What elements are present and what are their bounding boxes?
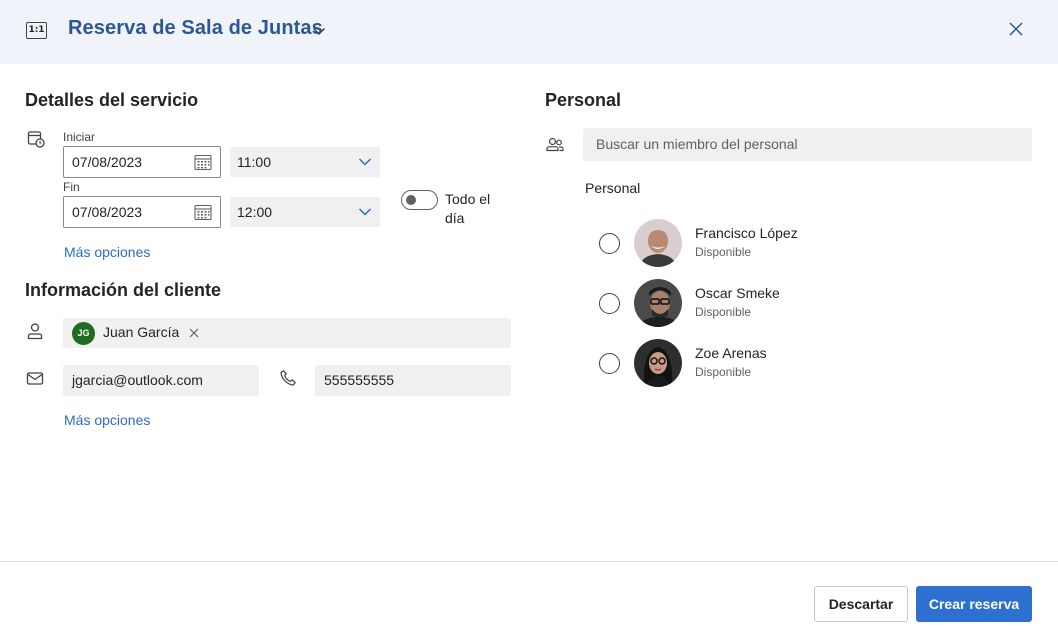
staff-status: Disponible xyxy=(695,305,752,319)
chevron-down-icon xyxy=(358,208,372,216)
create-booking-button[interactable]: Crear reserva xyxy=(916,586,1032,622)
dialog-title[interactable]: Reserva de Sala de Juntas xyxy=(68,17,323,40)
start-label: Iniciar xyxy=(63,130,96,144)
start-time-select[interactable]: 11:00 xyxy=(230,147,380,177)
end-time-value: 12:00 xyxy=(237,204,273,220)
start-time-value: 11:00 xyxy=(237,154,271,170)
dialog-header: 1:1 Reserva de Sala de Juntas xyxy=(0,0,1058,64)
staff-name: Zoe Arenas xyxy=(695,345,767,361)
mail-icon xyxy=(26,372,44,385)
people-icon xyxy=(546,137,564,152)
all-day-label: Todo el día xyxy=(445,191,491,226)
avatar xyxy=(634,339,682,387)
service-details-heading: Detalles del servicio xyxy=(25,90,199,110)
staff-radio[interactable] xyxy=(599,353,620,374)
all-day-toggle[interactable] xyxy=(401,190,438,210)
end-label: Fin xyxy=(63,180,80,194)
customer-info-heading: Información del cliente xyxy=(25,280,222,300)
staff-status: Disponible xyxy=(695,245,752,259)
end-time-select[interactable]: 12:00 xyxy=(230,197,380,227)
avatar xyxy=(634,219,682,267)
start-date-input[interactable]: 07/08/2023 xyxy=(63,146,221,178)
footer-divider xyxy=(0,561,1058,562)
customer-field[interactable]: JG Juan García xyxy=(63,318,511,348)
calendar-icon[interactable] xyxy=(194,154,212,171)
staff-status: Disponible xyxy=(695,365,752,379)
phone-field[interactable]: 555555555 xyxy=(315,365,511,396)
end-date-input[interactable]: 07/08/2023 xyxy=(63,196,221,228)
service-type-icon: 1:1 xyxy=(26,22,47,39)
discard-button[interactable]: Descartar xyxy=(814,586,908,622)
staff-row[interactable]: Francisco López Disponible xyxy=(599,219,1019,269)
staff-radio[interactable] xyxy=(599,293,620,314)
avatar xyxy=(634,279,682,327)
chevron-down-icon[interactable] xyxy=(311,23,327,39)
calendar-icon[interactable] xyxy=(194,204,212,221)
staff-search-input[interactable]: Buscar un miembro del personal xyxy=(583,128,1032,161)
service-more-options-link[interactable]: Más opciones xyxy=(64,244,150,260)
customer-more-options-link[interactable]: Más opciones xyxy=(64,412,150,428)
close-icon[interactable] xyxy=(1006,19,1026,39)
phone-icon xyxy=(280,370,296,386)
end-date-value: 07/08/2023 xyxy=(72,204,143,220)
email-field[interactable]: jgarcia@outlook.com xyxy=(63,365,259,396)
staff-name: Francisco López xyxy=(695,225,798,241)
customer-avatar: JG xyxy=(72,322,95,345)
staff-row[interactable]: Zoe Arenas Disponible xyxy=(599,339,1019,389)
staff-row[interactable]: Oscar Smeke Disponible xyxy=(599,279,1019,329)
staff-heading: Personal xyxy=(545,90,622,110)
person-icon xyxy=(27,323,43,340)
customer-name: Juan García xyxy=(103,324,180,340)
staff-list-label: Personal xyxy=(585,180,641,196)
calendar-clock-icon xyxy=(27,131,45,148)
close-icon[interactable] xyxy=(187,326,201,340)
toggle-knob xyxy=(406,195,416,205)
staff-radio[interactable] xyxy=(599,233,620,254)
start-date-value: 07/08/2023 xyxy=(72,154,143,170)
chevron-down-icon xyxy=(358,158,372,166)
staff-name: Oscar Smeke xyxy=(695,285,780,301)
